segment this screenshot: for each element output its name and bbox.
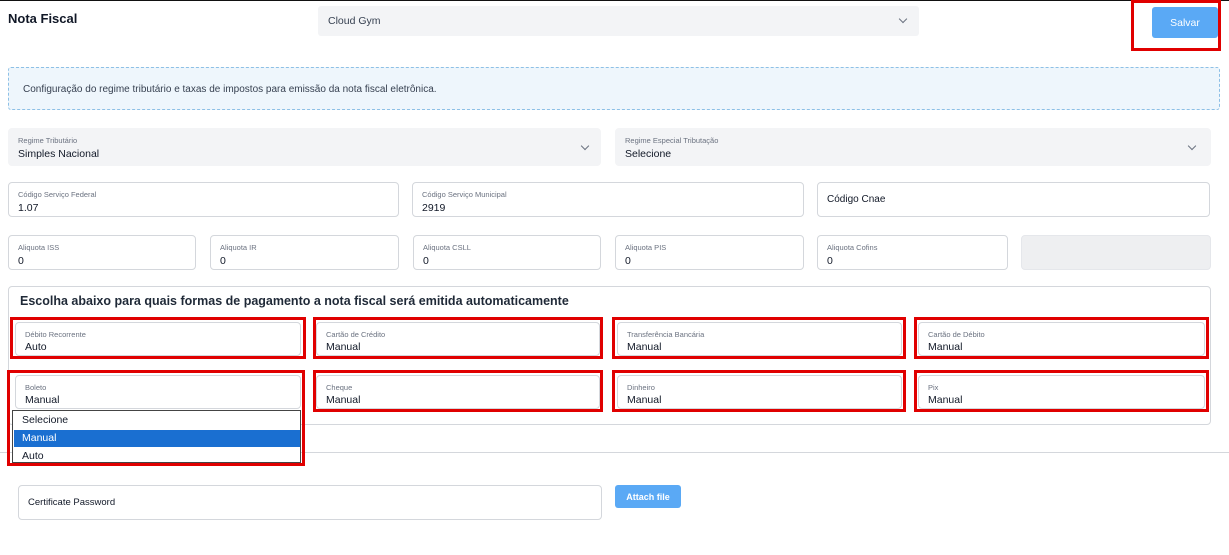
field-label: Aliquota PIS [625,243,667,252]
regime-especial-select[interactable]: Regime Especial Tributação Selecione [615,128,1211,166]
field-label: Código Serviço Federal [18,190,97,199]
codigo-servico-federal-field[interactable]: Código Serviço Federal 1.07 [8,182,399,217]
field-label: Regime Especial Tributação [625,136,719,145]
field-value: 1.07 [18,202,39,214]
certificate-password-input[interactable]: Certificate Password [18,485,602,520]
highlight-box [313,370,603,412]
aliquota-ir-field[interactable]: Aliquota IR 0 [210,235,399,270]
field-value: 0 [423,255,429,267]
field-value: Simples Nacional [18,148,100,160]
field-label: Aliquota IR [220,243,257,252]
field-label: Código Serviço Municipal [422,190,507,199]
highlight-box [10,317,306,359]
field-label: Aliquota Cofins [827,243,878,252]
highlight-box [612,370,906,412]
field-label: Aliquota CSLL [423,243,471,252]
payment-section-title: Escolha abaixo para quais formas de paga… [20,294,569,308]
company-select[interactable]: Cloud Gym [318,6,919,36]
codigo-cnae-field[interactable]: Código Cnae [817,182,1210,217]
field-label: Aliquota ISS [18,243,60,252]
company-select-value: Cloud Gym [328,15,381,27]
top-border [0,0,1229,1]
field-value: Selecione [625,148,672,160]
regime-tributario-select[interactable]: Regime Tributário Simples Nacional [8,128,601,166]
chevron-down-icon [898,14,908,24]
highlight-box [914,317,1209,359]
aliquota-csll-field[interactable]: Aliquota CSLL 0 [413,235,601,270]
field-value: 2919 [422,202,446,214]
field-placeholder: Certificate Password [28,497,116,508]
save-button[interactable]: Salvar [1152,7,1218,38]
field-value: 0 [220,255,226,267]
page-title: Nota Fiscal [8,11,78,26]
aliquota-pis-field[interactable]: Aliquota PIS 0 [615,235,804,270]
highlight-box [914,370,1209,412]
attach-file-button[interactable]: Attach file [615,485,681,508]
highlight-box [7,370,305,466]
field-placeholder: Código Cnae [827,194,886,205]
field-label: Regime Tributário [18,136,78,145]
field-value: 0 [18,255,24,267]
codigo-servico-municipal-field[interactable]: Código Serviço Municipal 2919 [412,182,804,217]
chevron-down-icon [580,141,590,151]
highlight-box [313,317,603,359]
aliquota-iss-field[interactable]: Aliquota ISS 0 [8,235,196,270]
chevron-down-icon [1187,141,1197,151]
field-value: 0 [625,255,631,267]
info-banner: Configuração do regime tributário e taxa… [8,67,1220,110]
empty-disabled-field [1021,235,1211,270]
highlight-box [612,317,906,359]
aliquota-cofins-field[interactable]: Aliquota Cofins 0 [817,235,1008,270]
info-text: Configuração do regime tributário e taxa… [23,84,437,95]
field-value: 0 [827,255,833,267]
